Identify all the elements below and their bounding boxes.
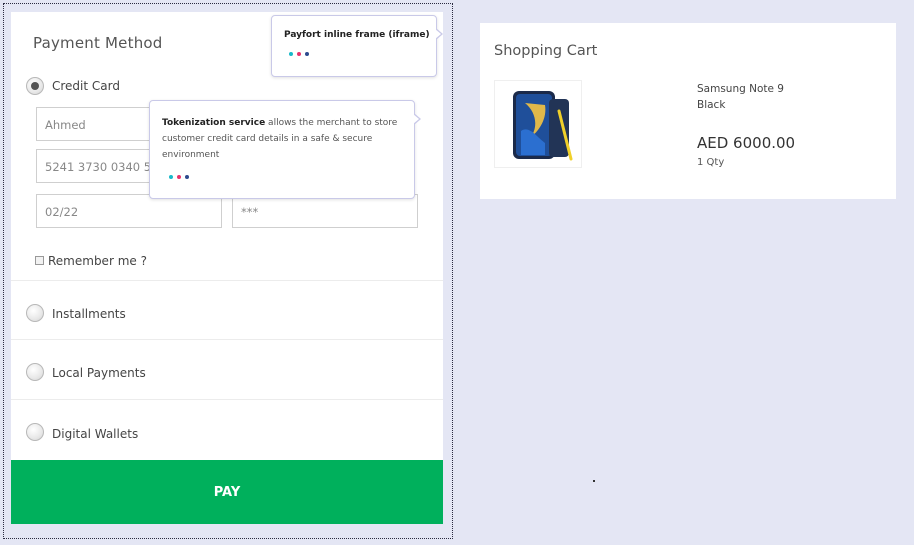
dot-pink <box>297 52 301 56</box>
tooltip-dots <box>289 52 309 56</box>
iframe-tooltip: Payfort inline frame (iframe) <box>271 15 443 77</box>
dot-navy <box>185 175 189 179</box>
product-name: Samsung Note 9 <box>697 83 784 95</box>
tokenization-tooltip: Tokenization service allows the merchant… <box>149 100 421 199</box>
product-color: Black <box>697 99 726 111</box>
remember-me-label: Remember me ? <box>48 254 147 268</box>
phone-image-icon <box>513 91 573 161</box>
dot-pink <box>177 175 181 179</box>
credit-card-radio[interactable] <box>26 77 44 95</box>
product-quantity: 1 Qty <box>697 157 725 168</box>
stray-dot <box>593 480 595 482</box>
shopping-cart-title: Shopping Cart <box>494 43 598 59</box>
product-name-block: Samsung Note 9 Black <box>697 81 784 113</box>
divider <box>11 399 443 400</box>
divider <box>11 339 443 340</box>
tooltip-dots <box>169 175 189 179</box>
dot-navy <box>305 52 309 56</box>
tokenization-tooltip-text: Tokenization service allows the merchant… <box>162 115 412 163</box>
product-price: AED 6000.00 <box>697 134 796 152</box>
local-payments-radio[interactable] <box>26 363 44 381</box>
tokenization-tooltip-title: Tokenization service <box>162 118 266 128</box>
payment-method-title: Payment Method <box>33 34 163 52</box>
divider <box>11 280 443 281</box>
digital-wallets-radio[interactable] <box>26 423 44 441</box>
tooltip-pointer <box>435 28 443 40</box>
remember-me-checkbox[interactable] <box>35 256 44 265</box>
shopping-cart-panel: Shopping Cart Samsung Note 9 Black AED 6… <box>480 23 896 199</box>
dot-cyan <box>289 52 293 56</box>
pay-button[interactable]: PAY <box>11 460 443 524</box>
cvv-field[interactable]: *** <box>232 194 418 228</box>
installments-label: Installments <box>52 307 126 321</box>
local-payments-label: Local Payments <box>52 366 146 380</box>
installments-radio[interactable] <box>26 304 44 322</box>
digital-wallets-label: Digital Wallets <box>52 427 139 441</box>
payment-panel: Payment Method Credit Card Ahmed 5241 37… <box>11 12 443 524</box>
expiry-date-field[interactable]: 02/22 <box>36 194 222 228</box>
dot-cyan <box>169 175 173 179</box>
iframe-tooltip-title: Payfort inline frame (iframe) <box>284 30 430 40</box>
product-image <box>494 80 582 168</box>
credit-card-label: Credit Card <box>52 79 120 93</box>
tooltip-pointer <box>413 113 421 125</box>
